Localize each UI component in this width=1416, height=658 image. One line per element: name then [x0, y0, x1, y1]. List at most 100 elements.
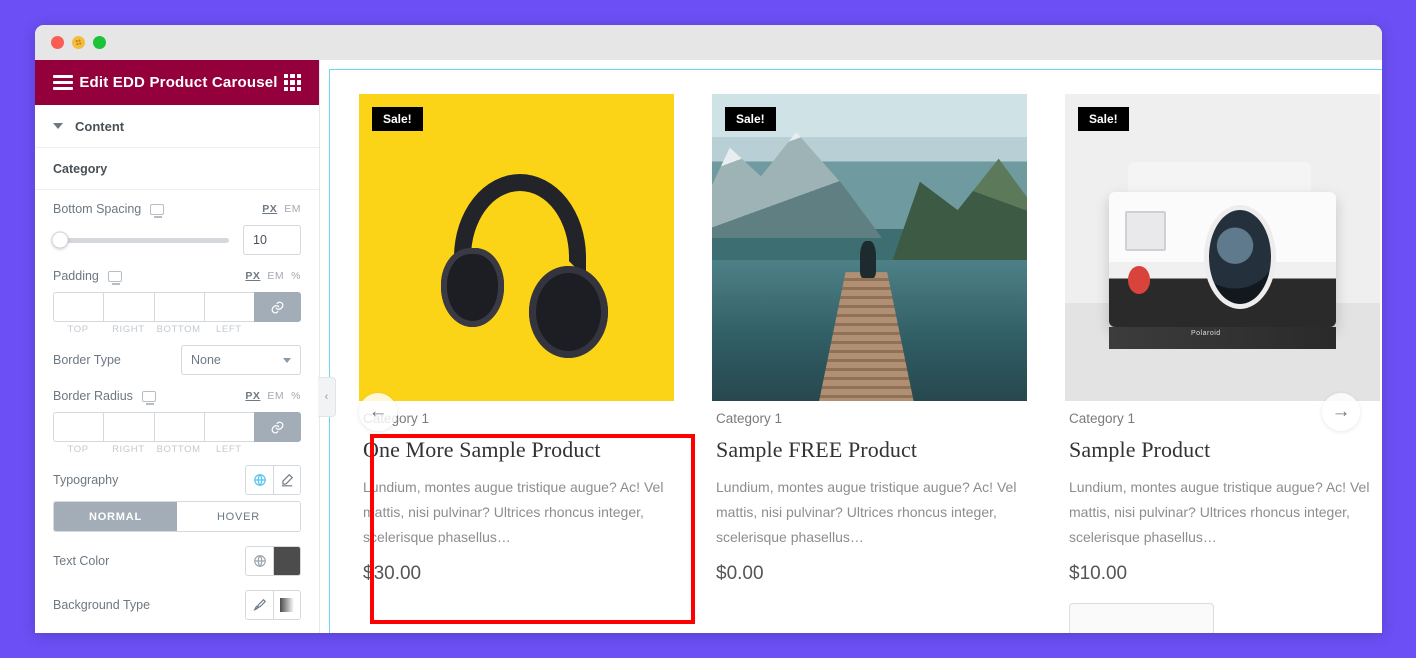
label-top: TOP	[67, 444, 89, 455]
lake-image	[712, 94, 1027, 401]
radius-bottom-input[interactable]	[153, 412, 204, 442]
tab-normal[interactable]: NORMAL	[54, 502, 177, 531]
brush-icon[interactable]	[246, 591, 273, 619]
radius-left-input[interactable]	[203, 412, 254, 442]
section-content-header[interactable]: Content	[35, 105, 319, 148]
link-icon	[271, 301, 284, 313]
radius-right-input[interactable]	[103, 412, 154, 442]
carousel-next-button[interactable]: →	[1322, 393, 1360, 431]
editor-canvas: Sale! Category 1 One More Sample Product…	[320, 60, 1382, 633]
subsection-label: Category	[53, 161, 108, 176]
grid-icon[interactable]	[283, 74, 301, 91]
product-image[interactable]: Sale! Polaroid	[1065, 94, 1380, 401]
label-left: LEFT	[216, 444, 242, 455]
product-price: $0.00	[716, 563, 764, 584]
label-top: TOP	[67, 324, 89, 335]
minimize-window-button[interactable]	[72, 36, 85, 49]
slider-handle[interactable]	[51, 231, 69, 249]
padding-left-input[interactable]	[203, 292, 254, 322]
gradient-icon[interactable]	[273, 591, 300, 619]
product-card[interactable]: Sale! Category 1 One More Sample Product…	[359, 94, 674, 633]
background-type-row: Background Type	[53, 590, 301, 620]
padding-top-input[interactable]	[53, 292, 104, 322]
globe-icon[interactable]	[246, 466, 273, 494]
panel-header: Edit EDD Product Carousel	[35, 60, 319, 105]
camera-brand-label: Polaroid	[1191, 330, 1221, 338]
product-title[interactable]: Sample FREE Product	[716, 437, 1023, 463]
padding-inputs	[53, 292, 301, 322]
unit-px[interactable]: PX	[245, 270, 260, 282]
link-icon	[271, 421, 284, 433]
padding-bottom-input[interactable]	[153, 292, 204, 322]
camera-image: Polaroid	[1065, 94, 1380, 401]
product-description: Lundium, montes augue tristique augue? A…	[363, 479, 664, 545]
unit-em[interactable]: EM	[267, 390, 284, 402]
product-card[interactable]: Sale! Category 1 Sample FREE Product Lun…	[712, 94, 1027, 633]
border-radius-units: PX EM %	[245, 390, 301, 402]
panel-title: Edit EDD Product Carousel	[79, 74, 278, 91]
bottom-spacing-slider[interactable]	[51, 231, 229, 249]
sale-badge: Sale!	[372, 107, 423, 131]
product-price: $10.00	[1069, 563, 1128, 584]
add-to-cart-button[interactable]	[1069, 603, 1214, 633]
responsive-device-icon[interactable]	[107, 270, 122, 285]
globe-icon[interactable]	[246, 547, 273, 575]
pencil-icon[interactable]	[273, 466, 300, 494]
product-image[interactable]: Sale!	[359, 94, 674, 401]
product-card[interactable]: Sale! Polaroid Category 1 Sample Product…	[1065, 94, 1380, 633]
product-category[interactable]: Category 1	[363, 411, 670, 426]
label-bottom: BOTTOM	[156, 444, 201, 455]
unit-px[interactable]: PX	[245, 390, 260, 402]
typography-controls	[245, 465, 301, 495]
padding-units: PX EM %	[245, 270, 301, 282]
bottom-spacing-row: Bottom Spacing PX EM	[53, 202, 301, 218]
product-title[interactable]: One More Sample Product	[363, 437, 670, 463]
background-type-label: Background Type	[53, 598, 151, 612]
padding-right-input[interactable]	[103, 292, 154, 322]
product-description: Lundium, montes augue tristique augue? A…	[1069, 479, 1370, 545]
typography-row: Typography	[53, 465, 301, 495]
product-info: Category 1 Sample Product Lundium, monte…	[1065, 401, 1380, 633]
unit-percent[interactable]: %	[291, 270, 301, 282]
product-category[interactable]: Category 1	[716, 411, 1023, 426]
carousel-prev-button[interactable]: ←	[359, 393, 397, 431]
responsive-device-icon[interactable]	[150, 203, 165, 218]
unit-percent[interactable]: %	[291, 390, 301, 402]
text-color-label: Text Color	[53, 554, 110, 568]
border-radius-label-group: Border Radius	[53, 389, 156, 405]
controls-list: Bottom Spacing PX EM 10 Padding PX EM % …	[35, 190, 319, 629]
unit-em[interactable]: EM	[284, 203, 301, 215]
text-color-swatch[interactable]	[273, 547, 300, 575]
radius-top-input[interactable]	[53, 412, 104, 442]
radius-link-toggle[interactable]	[254, 412, 301, 442]
editor-sidebar: Edit EDD Product Carousel Content Catego…	[35, 60, 320, 633]
tab-hover[interactable]: HOVER	[177, 502, 300, 531]
maximize-window-button[interactable]	[93, 36, 106, 49]
panel-collapse-button[interactable]: ‹	[318, 377, 336, 417]
border-radius-label: Border Radius	[53, 389, 133, 403]
padding-side-labels: TOP RIGHT BOTTOM LEFT	[53, 324, 301, 335]
padding-link-toggle[interactable]	[254, 292, 301, 322]
sale-badge: Sale!	[1078, 107, 1129, 131]
chevron-down-icon	[53, 123, 63, 129]
bottom-spacing-input[interactable]: 10	[243, 225, 301, 255]
unit-px[interactable]: PX	[262, 203, 277, 215]
state-tabs: NORMAL HOVER	[53, 501, 301, 532]
radius-side-labels: TOP RIGHT BOTTOM LEFT	[53, 444, 301, 455]
responsive-device-icon[interactable]	[141, 390, 156, 405]
close-window-button[interactable]	[51, 36, 64, 49]
label-bottom: BOTTOM	[156, 324, 201, 335]
typography-label: Typography	[53, 473, 119, 487]
product-title[interactable]: Sample Product	[1069, 437, 1376, 463]
bottom-spacing-label: Bottom Spacing	[53, 202, 142, 216]
label-left: LEFT	[216, 324, 242, 335]
bottom-spacing-slider-row: 10	[51, 225, 301, 255]
hamburger-icon[interactable]	[53, 75, 73, 90]
border-type-select[interactable]: None	[181, 345, 301, 375]
label-right: RIGHT	[112, 324, 145, 335]
product-image[interactable]: Sale!	[712, 94, 1027, 401]
label-right: RIGHT	[112, 444, 145, 455]
unit-em[interactable]: EM	[267, 270, 284, 282]
section-label: Content	[75, 118, 125, 134]
product-info: Category 1 One More Sample Product Lundi…	[359, 401, 674, 585]
